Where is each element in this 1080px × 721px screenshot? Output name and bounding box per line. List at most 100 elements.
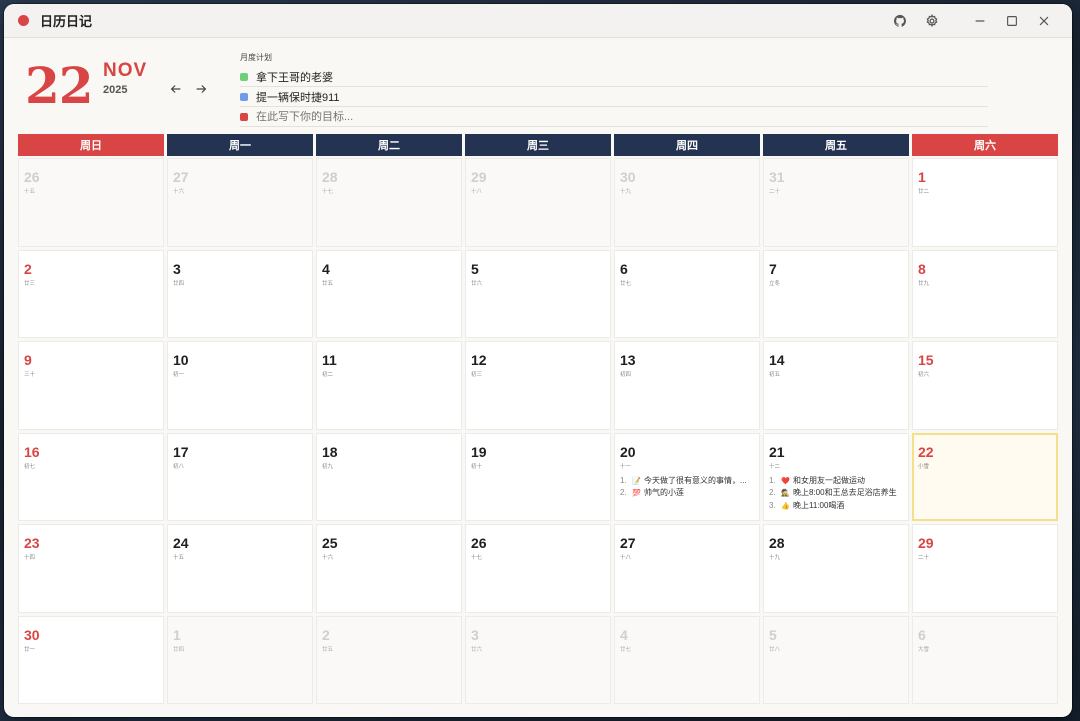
- plan-color-dot: [240, 92, 248, 101]
- day-number: 23: [24, 535, 40, 551]
- lunar-date: 廿八: [769, 646, 781, 653]
- day-cell[interactable]: 12 初三: [465, 341, 611, 430]
- day-cell[interactable]: 24 十五: [167, 524, 313, 613]
- lunar-date: 二十: [769, 189, 781, 195]
- plan-input[interactable]: [256, 110, 856, 123]
- day-cell[interactable]: 5 廿八: [763, 615, 909, 704]
- day-cell[interactable]: 19 初十: [465, 432, 611, 521]
- day-cell[interactable]: 14 初五: [763, 341, 909, 430]
- day-cell[interactable]: 28 十七: [316, 158, 462, 247]
- day-cell[interactable]: 7 立冬: [763, 249, 909, 338]
- day-cell[interactable]: 9 三十: [18, 341, 164, 430]
- day-cell[interactable]: 29 十八: [465, 158, 611, 247]
- github-icon[interactable]: [886, 7, 914, 35]
- day-cell[interactable]: 13 初四: [614, 341, 760, 430]
- lunar-date: 初六: [918, 372, 930, 378]
- weekday-header: 周二: [316, 134, 462, 156]
- day-cell[interactable]: 6 大雪: [912, 615, 1058, 704]
- lunar-date: 廿四: [173, 280, 185, 287]
- day-cell[interactable]: 4 廿五: [316, 249, 462, 338]
- day-cell[interactable]: 1 廿二: [912, 158, 1058, 247]
- day-number: 6: [918, 626, 926, 643]
- day-cell[interactable]: 26 十七: [465, 524, 611, 613]
- lunar-date: 初十: [471, 463, 483, 470]
- day-cell[interactable]: 16 初七: [18, 432, 164, 521]
- event-emoji-icon: 🕵️: [781, 490, 790, 497]
- day-cell[interactable]: 2 廿三: [18, 249, 164, 338]
- gear-icon[interactable]: [918, 7, 946, 35]
- day-cell[interactable]: 4 廿七: [614, 615, 760, 704]
- day-cell[interactable]: 27 十八: [614, 524, 760, 613]
- day-cell[interactable]: 5 廿六: [465, 249, 611, 338]
- lunar-date: 初三: [471, 372, 483, 378]
- event-item[interactable]: 1. ❤️ 和女朋友一起做运动: [769, 475, 903, 488]
- calendar-header: 22 NOV 2025 月度计划 拿下王哥的老婆 提一辆保时捷911: [4, 38, 1072, 134]
- minimize-icon[interactable]: [966, 7, 994, 35]
- event-number: 1.: [620, 475, 627, 485]
- day-cell[interactable]: 28 十九: [763, 524, 909, 613]
- day-number: 2: [322, 626, 330, 643]
- day-cell[interactable]: 25 十六: [316, 524, 462, 613]
- lunar-date: 十六: [173, 189, 185, 195]
- day-cell[interactable]: 30 廿一: [18, 615, 164, 704]
- day-cell[interactable]: 21 十二 1. ❤️ 和女朋友一起做运动 2. 🕵️ 晚上8:00和王总去足浴店养生 3. 👍 晚…: [763, 432, 909, 521]
- arrow-right-icon[interactable]: [191, 79, 211, 99]
- event-item[interactable]: 1. 📝 今天做了很有意义的事情，...: [620, 475, 754, 488]
- lunar-date: 廿五: [322, 646, 334, 653]
- plan-item[interactable]: 提一辆保时捷911: [240, 87, 988, 107]
- event-item[interactable]: 2. 🕵️ 晚上8:00和王总去足浴店养生: [769, 487, 903, 500]
- day-number: 11: [322, 352, 337, 368]
- lunar-date: 廿三: [24, 280, 36, 287]
- day-cell[interactable]: 6 廿七: [614, 249, 760, 338]
- day-cell[interactable]: 2 廿五: [316, 615, 462, 704]
- day-cell[interactable]: 20 十一 1. 📝 今天做了很有意义的事情，... 2. 💯 帅气的小莲: [614, 432, 760, 521]
- day-cell[interactable]: 29 二十: [912, 524, 1058, 613]
- weekday-header: 周三: [465, 134, 611, 156]
- day-cell[interactable]: 3 廿六: [465, 615, 611, 704]
- day-number: 1: [173, 626, 181, 643]
- day-cell[interactable]: 3 廿四: [167, 249, 313, 338]
- day-number: 7: [769, 260, 777, 277]
- day-cell[interactable]: 11 初二: [316, 341, 462, 430]
- lunar-date: 十四: [24, 555, 36, 561]
- day-cell[interactable]: 18 初九: [316, 432, 462, 521]
- lunar-date: 初五: [769, 372, 781, 378]
- day-cell[interactable]: 31 二十: [763, 158, 909, 247]
- lunar-date: 三十: [24, 372, 36, 378]
- day-cell[interactable]: 1 廿四: [167, 615, 313, 704]
- lunar-date: 十一: [620, 463, 632, 470]
- day-cell[interactable]: 30 十九: [614, 158, 760, 247]
- close-icon[interactable]: [1030, 7, 1058, 35]
- current-year: 2025: [103, 84, 128, 96]
- day-number: 15: [918, 352, 934, 368]
- day-cell-today[interactable]: 22 小雪: [912, 432, 1058, 521]
- day-cell[interactable]: 8 廿九: [912, 249, 1058, 338]
- event-emoji-icon: ❤️: [781, 477, 790, 485]
- event-number: 3.: [769, 500, 776, 510]
- event-number: 2.: [620, 488, 627, 497]
- day-number: 10: [173, 352, 189, 368]
- lunar-date: 初八: [173, 463, 185, 470]
- monthly-plan-title: 月度计划: [240, 53, 272, 62]
- day-cell[interactable]: 23 十四: [18, 524, 164, 613]
- lunar-date: 廿七: [620, 280, 632, 287]
- day-number: 3: [471, 626, 479, 643]
- event-number: 1.: [769, 475, 776, 485]
- event-item[interactable]: 2. 💯 帅气的小莲: [620, 487, 754, 500]
- day-cell[interactable]: 15 初六: [912, 341, 1058, 430]
- day-number: 21: [769, 443, 785, 460]
- day-number: 18: [322, 443, 338, 460]
- day-number: 31: [769, 169, 785, 185]
- maximize-icon[interactable]: [998, 7, 1026, 35]
- lunar-date: 初九: [322, 463, 334, 470]
- arrow-left-icon[interactable]: [166, 79, 186, 99]
- day-cell[interactable]: 10 初一: [167, 341, 313, 430]
- lunar-date: 二十: [918, 555, 930, 561]
- plan-item[interactable]: 拿下王哥的老婆: [240, 67, 988, 87]
- day-number: 29: [918, 535, 934, 551]
- day-cell[interactable]: 26 十五: [18, 158, 164, 247]
- lunar-date: 廿六: [471, 280, 483, 287]
- day-cell[interactable]: 17 初八: [167, 432, 313, 521]
- day-cell[interactable]: 27 十六: [167, 158, 313, 247]
- event-item[interactable]: 3. 👍 晚上11:00喝酒: [769, 500, 903, 513]
